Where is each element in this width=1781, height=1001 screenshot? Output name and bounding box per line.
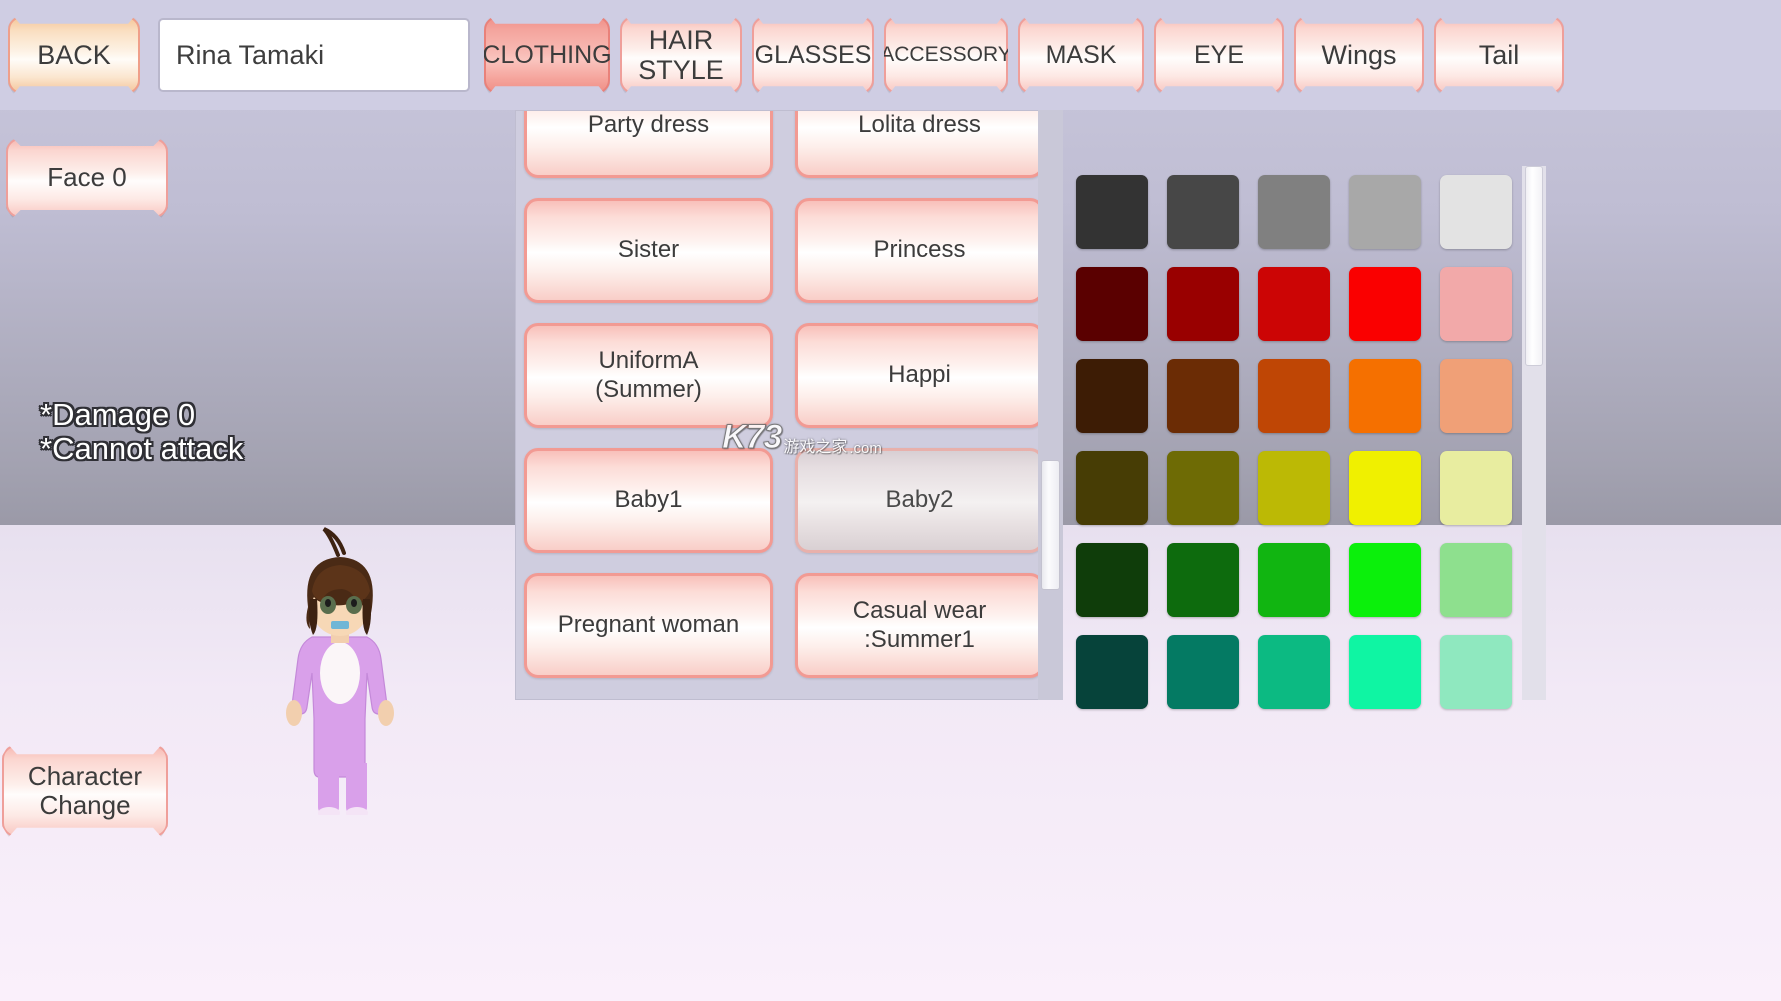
character-name-value: Rina Tamaki — [176, 39, 325, 70]
color-swatch-cell — [1430, 258, 1521, 350]
color-swatch-cell — [1339, 166, 1430, 258]
color-swatch[interactable] — [1075, 543, 1148, 617]
character-avatar[interactable] — [268, 525, 418, 819]
clothing-item[interactable]: Casual wear:Summer1 — [795, 573, 1044, 678]
color-swatch[interactable] — [1166, 359, 1239, 433]
color-swatch[interactable] — [1439, 359, 1512, 433]
clothing-item[interactable]: Party dress — [524, 111, 773, 178]
clothing-list-scroll-thumb[interactable] — [1041, 460, 1060, 590]
back-button[interactable]: BACK — [8, 16, 140, 94]
clothing-item[interactable]: Princess — [795, 198, 1044, 303]
status-damage: *Damage 0 — [40, 397, 196, 432]
tab-mask[interactable]: MASK — [1018, 16, 1144, 94]
color-swatch-cell — [1248, 350, 1339, 442]
color-swatch[interactable] — [1439, 635, 1512, 709]
color-swatch-cell — [1066, 442, 1157, 534]
color-swatch[interactable] — [1075, 451, 1148, 525]
color-swatch-cell — [1248, 626, 1339, 718]
color-swatch-cell — [1157, 258, 1248, 350]
clothing-item[interactable]: Baby1 — [524, 448, 773, 553]
tab-hair-style[interactable]: HAIR STYLE — [620, 16, 742, 94]
tab-accessory[interactable]: ACCESSORY — [884, 16, 1008, 94]
color-swatch[interactable] — [1257, 451, 1330, 525]
color-swatch[interactable] — [1075, 635, 1148, 709]
color-swatch-cell — [1157, 626, 1248, 718]
color-swatch[interactable] — [1075, 267, 1148, 341]
color-swatch[interactable] — [1257, 543, 1330, 617]
color-swatch-cell — [1066, 534, 1157, 626]
status-messages: *Damage 0 *Cannot attack — [40, 397, 244, 467]
game-screen: BACK Rina Tamaki CLOTHING HAIR STYLE GLA… — [0, 0, 1781, 1001]
clothing-list-scrollbar[interactable] — [1038, 110, 1063, 700]
clothing-item[interactable]: Happi — [795, 323, 1044, 428]
color-swatch[interactable] — [1348, 543, 1421, 617]
color-swatch[interactable] — [1257, 175, 1330, 249]
clothing-item[interactable]: UniformA (Summer) — [524, 323, 773, 428]
color-palette-panel — [1066, 110, 1781, 709]
color-swatch-cell — [1248, 534, 1339, 626]
color-swatch[interactable] — [1166, 175, 1239, 249]
color-swatch-cell — [1157, 442, 1248, 534]
color-swatch[interactable] — [1166, 451, 1239, 525]
color-swatch-cell — [1339, 534, 1430, 626]
color-swatch-cell — [1248, 258, 1339, 350]
color-swatch-cell — [1066, 350, 1157, 442]
color-swatch-cell — [1339, 626, 1430, 718]
color-swatch-cell — [1430, 626, 1521, 718]
color-swatch[interactable] — [1257, 635, 1330, 709]
color-swatch[interactable] — [1348, 267, 1421, 341]
color-swatch[interactable] — [1257, 359, 1330, 433]
color-swatch[interactable] — [1439, 175, 1512, 249]
tab-glasses[interactable]: GLASSES — [752, 16, 874, 94]
color-swatch-cell — [1157, 166, 1248, 258]
color-swatch[interactable] — [1348, 175, 1421, 249]
character-name-input[interactable]: Rina Tamaki — [158, 18, 470, 92]
clothing-item[interactable]: Pregnant woman — [524, 573, 773, 678]
color-swatch[interactable] — [1348, 359, 1421, 433]
color-swatch[interactable] — [1166, 635, 1239, 709]
tab-wings[interactable]: Wings — [1294, 16, 1424, 94]
clothing-list-grid: Party dress Lolita dress Sister Princess Uni… — [524, 111, 1044, 678]
color-palette-scrollbar[interactable] — [1522, 166, 1546, 700]
face-button[interactable]: Face 0 — [6, 138, 168, 218]
color-palette-scroll-thumb[interactable] — [1525, 166, 1543, 366]
top-toolbar: BACK Rina Tamaki CLOTHING HAIR STYLE GLA… — [0, 0, 1781, 110]
clothing-item[interactable]: Lolita dress — [795, 111, 1044, 178]
color-swatch[interactable] — [1075, 175, 1148, 249]
color-swatch[interactable] — [1348, 635, 1421, 709]
color-swatch[interactable] — [1075, 359, 1148, 433]
color-swatch-cell — [1066, 258, 1157, 350]
color-swatch-cell — [1066, 626, 1157, 718]
status-cannot-attack: *Cannot attack — [40, 431, 244, 467]
color-swatch-cell — [1430, 442, 1521, 534]
color-swatch[interactable] — [1257, 267, 1330, 341]
tab-clothing[interactable]: CLOTHING — [484, 16, 610, 94]
color-swatch-cell — [1157, 350, 1248, 442]
color-swatch-cell — [1339, 442, 1430, 534]
color-swatch-cell — [1430, 166, 1521, 258]
color-swatch[interactable] — [1439, 267, 1512, 341]
color-swatch-cell — [1248, 442, 1339, 534]
clothing-list-panel: Party dress Lolita dress Sister Princess Uni… — [515, 110, 1063, 700]
color-swatch[interactable] — [1348, 451, 1421, 525]
color-swatch[interactable] — [1166, 543, 1239, 617]
tab-eye[interactable]: EYE — [1154, 16, 1284, 94]
color-swatch-cell — [1339, 350, 1430, 442]
color-swatch[interactable] — [1439, 543, 1512, 617]
clothing-item[interactable]: Sister — [524, 198, 773, 303]
color-swatch-cell — [1430, 350, 1521, 442]
character-change-button[interactable]: Character Change — [2, 745, 168, 837]
color-swatch-cell — [1066, 166, 1157, 258]
clothing-item[interactable]: Baby2 — [795, 448, 1044, 553]
color-swatch-cell — [1430, 534, 1521, 626]
color-swatch-cell — [1157, 534, 1248, 626]
color-swatch-cell — [1339, 258, 1430, 350]
character-model — [286, 527, 394, 819]
color-palette-grid — [1066, 166, 1521, 718]
category-tabs: CLOTHING HAIR STYLE GLASSES ACCESSORY MA… — [484, 16, 1564, 94]
tab-tail[interactable]: Tail — [1434, 16, 1564, 94]
color-swatch[interactable] — [1439, 451, 1512, 525]
color-swatch[interactable] — [1166, 267, 1239, 341]
color-swatch-cell — [1248, 166, 1339, 258]
